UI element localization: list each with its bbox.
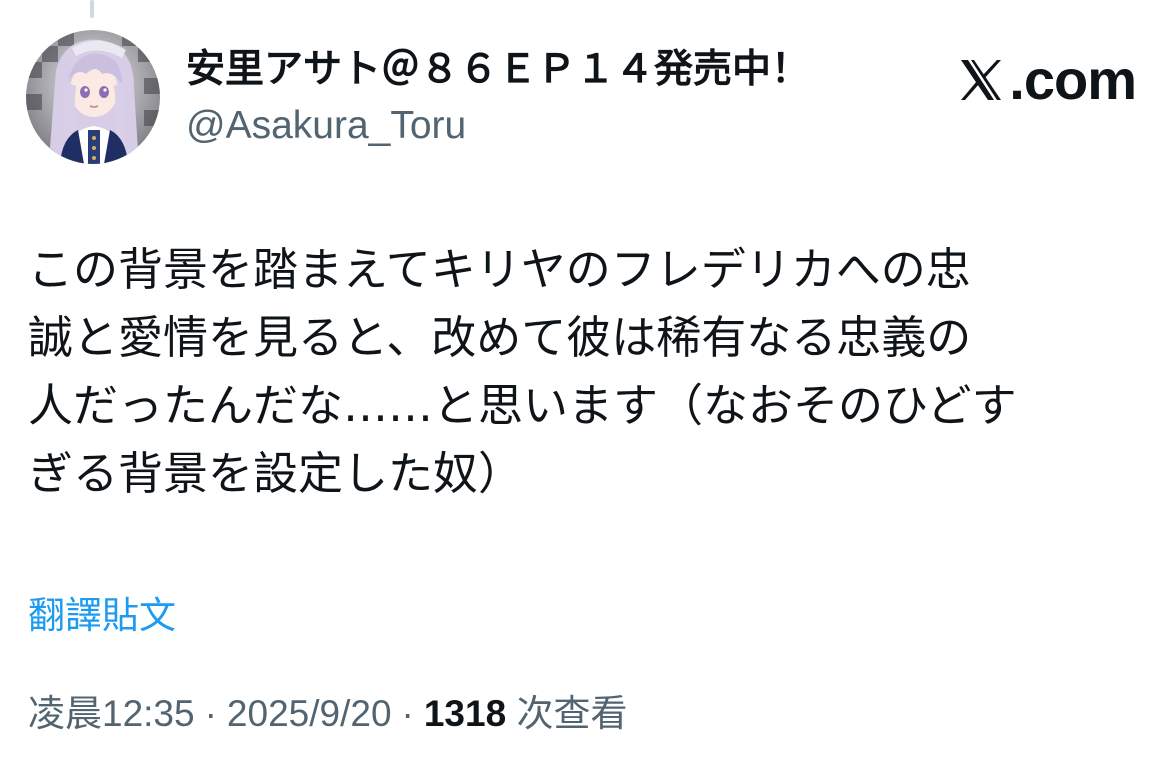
avatar-image xyxy=(26,30,160,164)
views-count: 1318 xyxy=(423,693,507,734)
tweet-text-line: 人だったんだな……と思います（なおそのひどす xyxy=(28,379,1017,432)
brand-domain-text: .com xyxy=(1009,48,1137,111)
author-display-name[interactable]: 安里アサト＠８６ＥＰ１４発売中！ xyxy=(186,44,916,96)
x-com-brand[interactable]: .com xyxy=(957,48,1137,111)
author-handle[interactable]: @Asakura_Toru xyxy=(186,102,916,150)
post-time[interactable]: 凌晨12:35 xyxy=(28,693,195,734)
x-logo-icon xyxy=(961,60,1002,100)
tweet-text: この背景を踏まえてキリヤのフレデリカへの忠 誠と愛情を見ると、改めて彼は稀有なる… xyxy=(28,236,1128,508)
author-names: 安里アサト＠８６ＥＰ１４発売中！ @Asakura_Toru xyxy=(186,44,916,150)
meta-separator: · xyxy=(204,693,217,734)
tweet-header: 安里アサト＠８６ＥＰ１４発売中！ @Asakura_Toru .com xyxy=(26,30,1137,165)
tweet-text-line: 誠と愛情を見ると、改めて彼は稀有なる忠義の xyxy=(28,311,972,364)
post-date[interactable]: 2025/9/20 xyxy=(227,693,392,734)
meta-separator: · xyxy=(401,693,414,734)
tweet-metadata: 凌晨12:35 · 2025/9/20 · 1318 次查看 xyxy=(28,688,627,740)
views-label: 次查看 xyxy=(516,693,628,734)
tweet-text-line: この背景を踏まえてキリヤのフレデリカへの忠 xyxy=(28,243,971,296)
tweet-text-line: ぎる背景を設定した奴） xyxy=(28,447,524,500)
thread-connector-line xyxy=(90,0,94,18)
author-avatar[interactable] xyxy=(26,30,160,164)
translate-post-link[interactable]: 翻譯貼文 xyxy=(28,590,176,642)
